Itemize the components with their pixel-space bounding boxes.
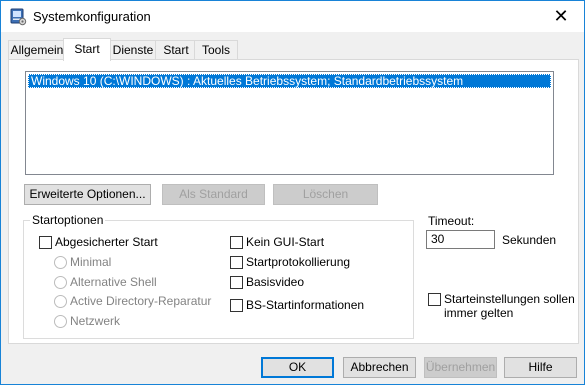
tab-startup[interactable]: Start (155, 40, 197, 60)
base-video-checkbox[interactable] (230, 276, 243, 289)
tab-label: Allgemein (10, 43, 64, 57)
os-boot-info-checkbox[interactable] (230, 299, 243, 312)
timeout-label: Timeout: (428, 214, 475, 228)
delete-button[interactable]: Löschen (273, 184, 378, 205)
apply-button[interactable]: Übernehmen (424, 357, 497, 378)
help-button[interactable]: Hilfe (504, 357, 577, 378)
make-permanent-label-line1[interactable]: Starteinstellungen sollen (444, 292, 575, 306)
make-permanent-checkbox[interactable] (428, 293, 441, 306)
make-permanent-label-line2[interactable]: immer gelten (444, 306, 513, 320)
radio-ad-repair-label: Active Directory-Reparatur (70, 294, 212, 308)
timeout-input[interactable]: 30 (426, 230, 495, 249)
radio-alternate-shell[interactable] (54, 276, 67, 289)
msconfig-app-icon (10, 8, 27, 26)
base-video-label[interactable]: Basisvideo (246, 275, 304, 289)
cancel-button[interactable]: Abbrechen (343, 357, 416, 378)
radio-network[interactable] (54, 315, 67, 328)
boot-options-legend: Startoptionen (30, 213, 106, 227)
boot-entry[interactable]: Windows 10 (C:\WINDOWS) : Aktuelles Betr… (28, 74, 551, 88)
radio-network-label: Netzwerk (70, 314, 121, 328)
tab-boot[interactable]: Start (63, 38, 111, 61)
advanced-options-button[interactable]: Erweiterte Optionen... (24, 184, 151, 205)
radio-alternate-shell-label: Alternative Shell (70, 275, 157, 289)
safe-boot-label[interactable]: Abgesicherter Start (55, 235, 158, 249)
tab-label: Dienste (112, 43, 154, 57)
close-icon: ✕ (553, 6, 569, 26)
set-as-default-button[interactable]: Als Standard (162, 184, 265, 205)
system-configuration-window: Systemkonfiguration ✕ Allgemein Start Di… (0, 0, 585, 385)
boot-log-label[interactable]: Startprotokollierung (246, 255, 350, 269)
tab-services[interactable]: Dienste (108, 40, 158, 60)
radio-minimal[interactable] (54, 256, 67, 269)
radio-minimal-label: Minimal (70, 255, 112, 269)
tab-label: Start (74, 42, 100, 56)
timeout-unit-label: Sekunden (502, 233, 557, 247)
radio-ad-repair[interactable] (54, 295, 67, 308)
no-gui-boot-checkbox[interactable] (230, 236, 243, 249)
close-button[interactable]: ✕ (538, 1, 584, 32)
no-gui-boot-label[interactable]: Kein GUI-Start (246, 235, 324, 249)
window-title: Systemkonfiguration (33, 9, 151, 24)
boot-entry-list[interactable]: Windows 10 (C:\WINDOWS) : Aktuelles Betr… (25, 71, 554, 175)
os-boot-info-label[interactable]: BS-Startinformationen (246, 298, 364, 312)
tab-label: Start (163, 43, 189, 57)
tab-tools[interactable]: Tools (194, 40, 238, 60)
tab-label: Tools (201, 43, 230, 57)
tab-general[interactable]: Allgemein (8, 40, 66, 60)
safe-boot-checkbox[interactable] (39, 236, 52, 249)
boot-log-checkbox[interactable] (230, 256, 243, 269)
ok-button[interactable]: OK (261, 357, 334, 378)
title-bar[interactable]: Systemkonfiguration ✕ (1, 1, 584, 32)
